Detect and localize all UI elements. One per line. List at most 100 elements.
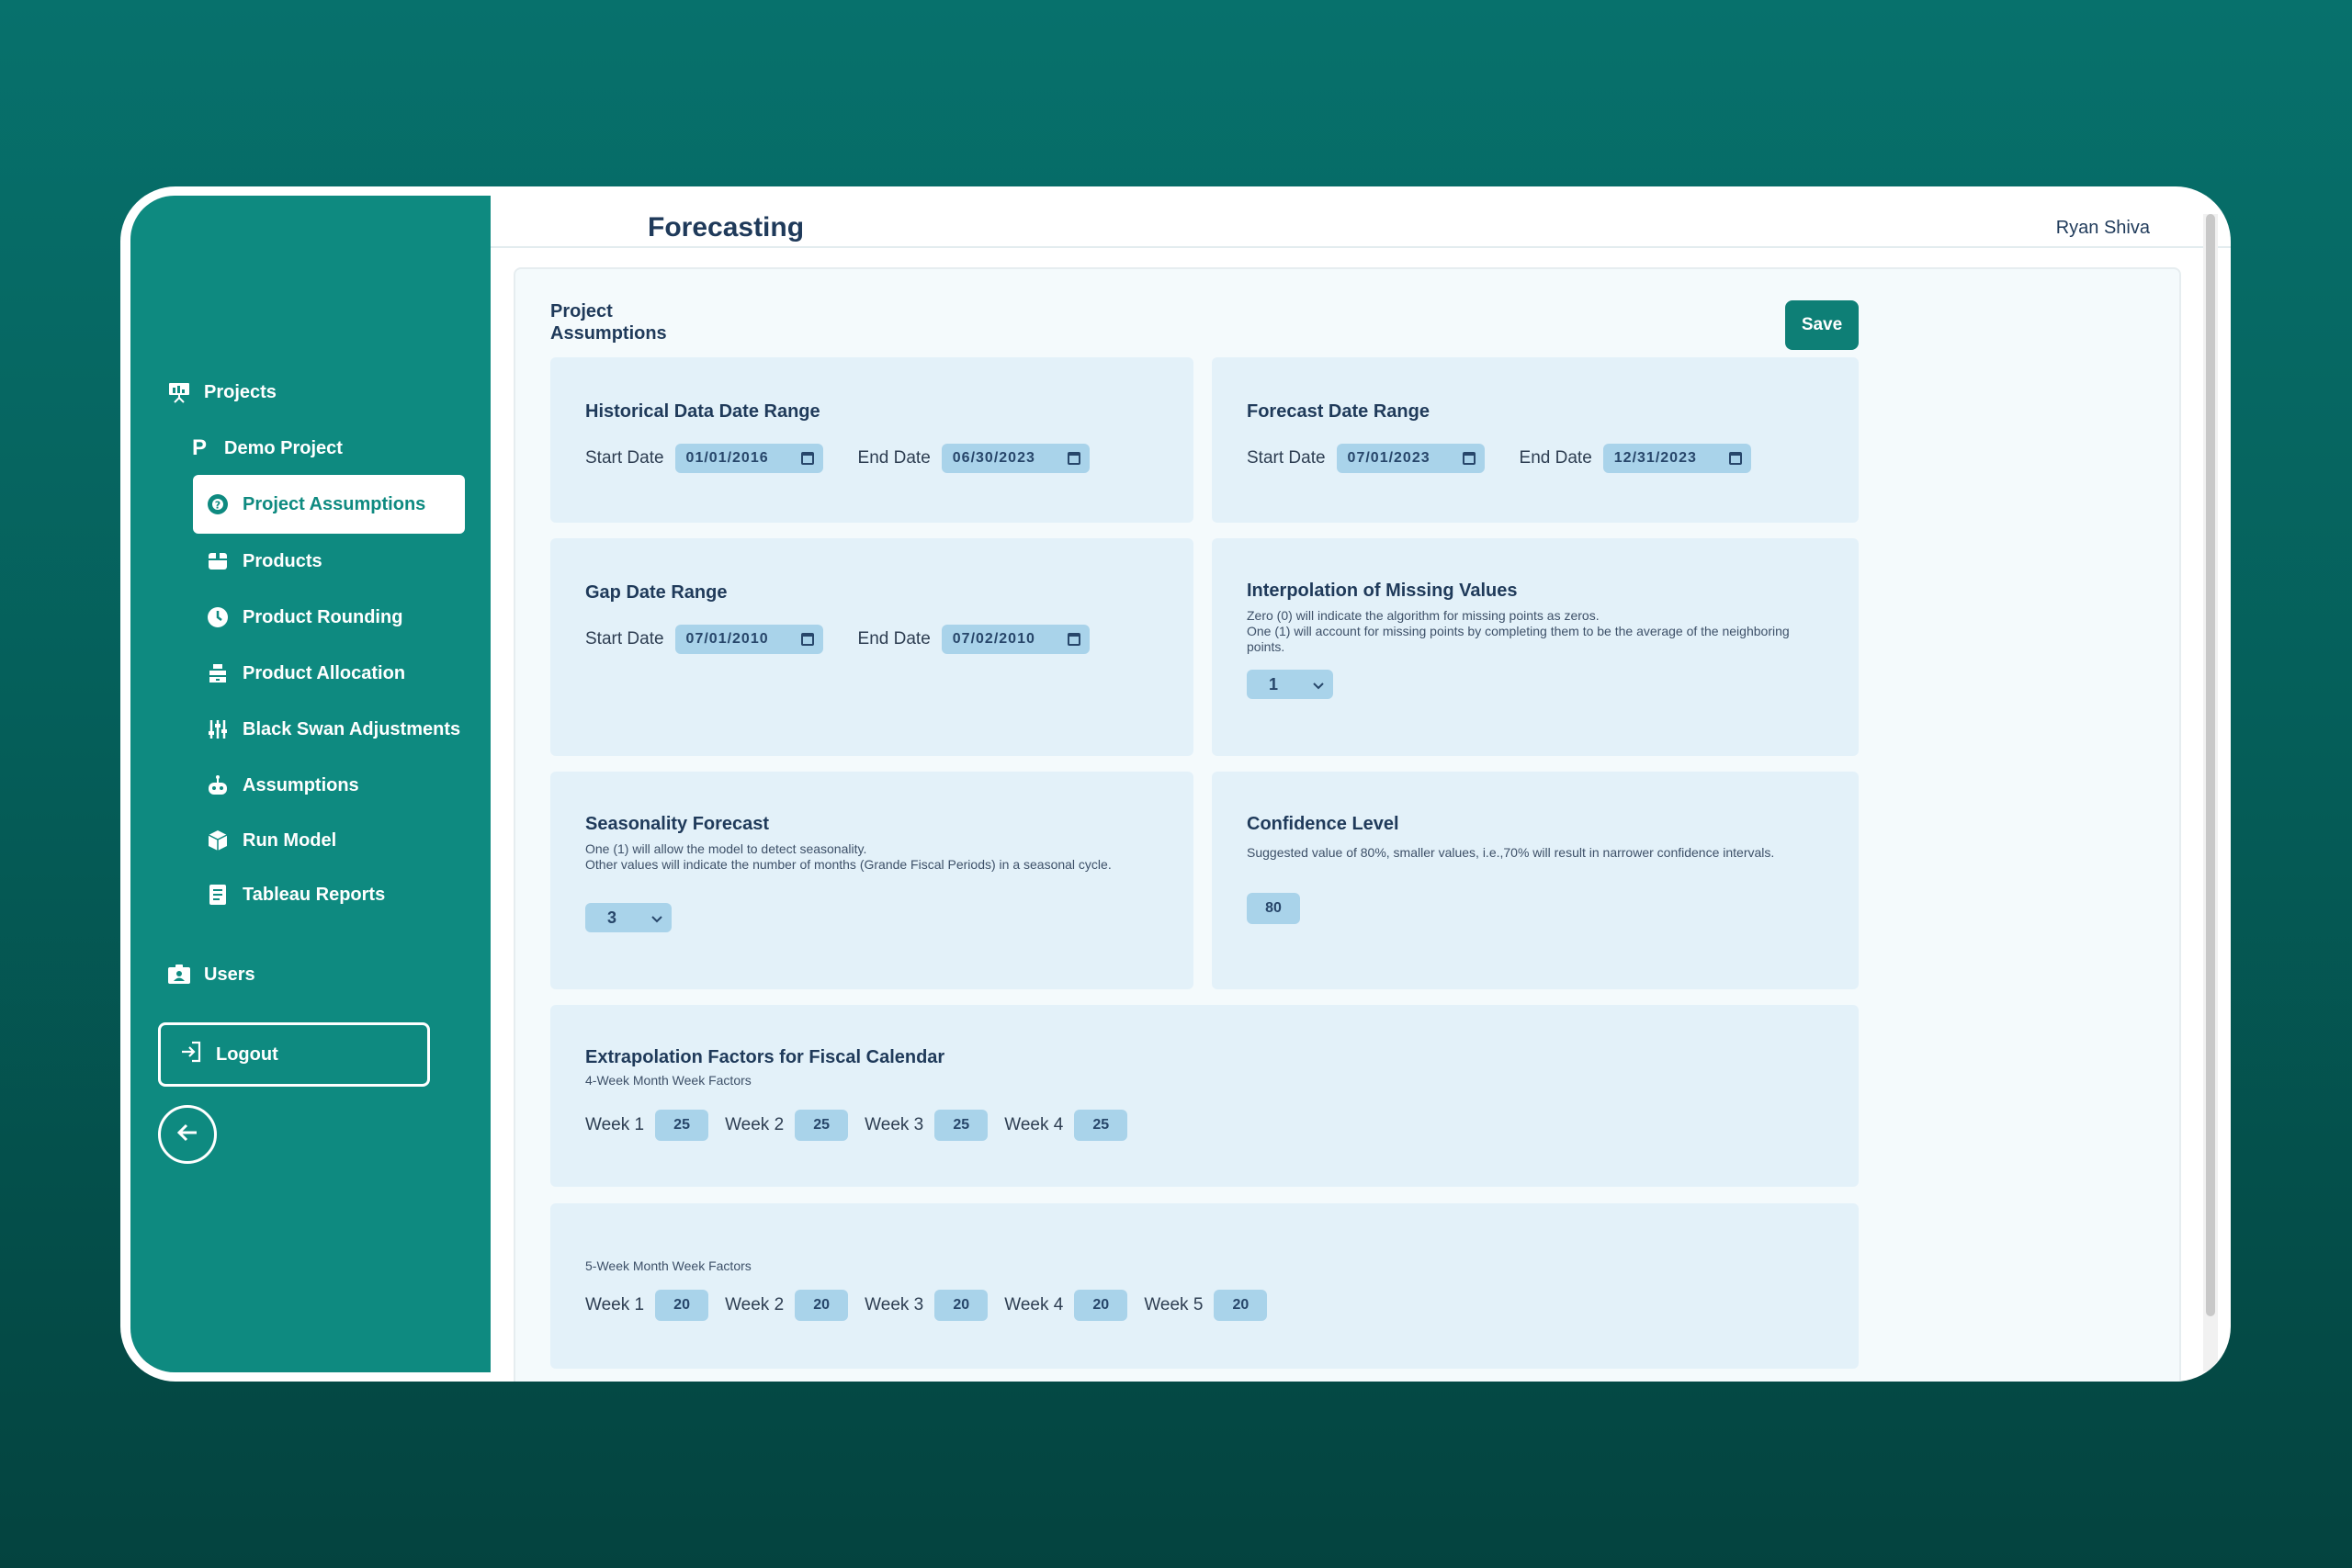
sidebar-label: Projects [204,381,277,402]
sidebar-item-demo-project[interactable]: P Demo Project [187,430,343,467]
gear-question-icon: ? [206,492,230,516]
card-description: One (1) will allow the model to detect s… [585,841,1136,873]
date-value: 12/31/2023 [1613,450,1697,466]
confidence-card: Confidence Level Suggested value of 80%,… [1212,772,1859,989]
calendar-icon[interactable] [1067,452,1080,465]
week-label: Week 1 [585,1115,645,1134]
logout-icon [179,1040,203,1069]
user-name[interactable]: Ryan Shiva [2056,218,2150,239]
four-week-row: Week 1 25 Week 2 25 Week 3 25 Week 4 25 [585,1110,1144,1141]
sidebar-item-product-rounding[interactable]: Product Rounding [206,599,402,636]
card-title: Seasonality Forecast [585,814,770,834]
week-factor-input[interactable]: 20 [1214,1290,1268,1321]
gap-end-date-input[interactable]: 07/02/2010 [941,625,1090,654]
calendar-icon[interactable] [800,633,814,646]
back-button[interactable] [158,1105,217,1164]
forecast-start-date-input[interactable]: 07/01/2023 [1336,444,1485,473]
week-label: Week 5 [1144,1295,1204,1314]
logout-label: Logout [216,1043,278,1065]
app-window: Projects P Demo Project ? Project Assump… [120,186,2231,1382]
sidebar-label: Run Model [243,829,337,851]
sidebar-item-black-swan-adjustments[interactable]: Black Swan Adjustments [206,711,460,748]
start-date-label: Start Date [585,448,664,468]
week-label: Week 4 [1004,1295,1064,1314]
presentation-board-icon [167,380,191,404]
section-title: Project Assumptions [550,301,667,344]
sidebar-item-products[interactable]: Products [206,543,322,580]
week-factor-input[interactable]: 20 [1074,1290,1128,1321]
sidebar-item-assumptions[interactable]: Assumptions [206,767,359,804]
calendar-icon[interactable] [800,452,814,465]
select-value: 3 [607,908,617,927]
chevron-down-icon [651,908,662,928]
robot-icon [206,773,230,797]
historical-range-card: Historical Data Date Range Start Date 01… [550,357,1193,523]
confidence-input-wrap: 80 [1247,893,1300,924]
description-line: Zero (0) will indicate the algorithm for… [1247,608,1600,623]
cube-icon [206,829,230,852]
sidebar-item-projects[interactable]: Projects [167,374,277,411]
sidebar-label: Project Assumptions [243,493,426,514]
date-value: 07/01/2010 [685,631,769,647]
calendar-icon[interactable] [1728,452,1742,465]
sidebar-label: Product Allocation [243,662,406,683]
week-label: Week 2 [725,1295,785,1314]
week-factor-input[interactable]: 20 [934,1290,989,1321]
week-label: Week 4 [1004,1115,1064,1134]
five-week-label: 5-Week Month Week Factors [585,1258,752,1273]
card-title: Historical Data Date Range [585,401,820,422]
project-p-icon: P [191,435,207,460]
week-factor-input[interactable]: 25 [795,1110,849,1141]
sidebar-label: Users [204,964,255,985]
card-title: Confidence Level [1247,814,1399,834]
sliders-icon [206,717,230,741]
card-description: Zero (0) will indicate the algorithm for… [1247,608,1816,655]
sidebar: Projects P Demo Project ? Project Assump… [130,196,491,1372]
card-title: Forecast Date Range [1247,401,1430,422]
week-factor-input[interactable]: 20 [795,1290,849,1321]
extrapolation-card: Extrapolation Factors for Fiscal Calenda… [550,1005,1859,1187]
sidebar-item-project-assumptions[interactable]: ? Project Assumptions [193,475,465,534]
historical-start-date-input[interactable]: 01/01/2016 [674,444,823,473]
gap-start-date-input[interactable]: 07/01/2010 [674,625,823,654]
five-week-card: 5-Week Month Week Factors Week 1 20 Week … [550,1203,1859,1369]
card-title: Interpolation of Missing Values [1247,581,1518,601]
date-value: 06/30/2023 [952,450,1035,466]
forecast-range-card: Forecast Date Range Start Date 07/01/202… [1212,357,1859,523]
save-button[interactable]: Save [1785,300,1859,350]
scrollbar[interactable] [2203,214,2218,1371]
clock-icon [206,605,230,629]
sidebar-label: Demo Project [224,437,343,458]
end-date-label: End Date [1519,448,1592,468]
gap-range-card: Gap Date Range Start Date 07/01/2010 End… [550,538,1193,756]
week-label: Week 3 [865,1295,924,1314]
sidebar-item-run-model[interactable]: Run Model [206,822,336,859]
week-label: Week 3 [865,1115,924,1134]
start-date-label: Start Date [1247,448,1326,468]
week-label: Week 2 [725,1115,785,1134]
sidebar-item-tableau-reports[interactable]: Tableau Reports [206,876,385,913]
interpolation-select[interactable]: 1 [1247,670,1333,699]
sidebar-label: Black Swan Adjustments [243,718,461,739]
scrollbar-thumb[interactable] [2206,214,2215,1316]
forecast-end-date-input[interactable]: 12/31/2023 [1602,444,1751,473]
week-factor-input[interactable]: 25 [655,1110,709,1141]
week-factor-input[interactable]: 25 [1074,1110,1128,1141]
confidence-input[interactable]: 80 [1247,893,1300,924]
week-factor-input[interactable]: 25 [934,1110,989,1141]
week-factor-input[interactable]: 20 [655,1290,709,1321]
calendar-icon[interactable] [1067,633,1080,646]
historical-end-date-input[interactable]: 06/30/2023 [941,444,1090,473]
seasonality-select[interactable]: 3 [585,903,672,932]
sidebar-item-product-allocation[interactable]: Product Allocation [206,655,405,692]
sidebar-item-users[interactable]: Users [167,956,255,993]
description-line: One (1) will allow the model to detect s… [585,841,867,856]
seasonality-card: Seasonality Forecast One (1) will allow … [550,772,1193,989]
start-date-label: Start Date [585,629,664,649]
document-icon [206,883,230,907]
arrow-left-icon [173,1118,202,1152]
logout-button[interactable]: Logout [158,1022,430,1087]
calendar-icon[interactable] [1462,452,1476,465]
select-value: 1 [1269,674,1279,694]
users-icon [167,963,191,987]
